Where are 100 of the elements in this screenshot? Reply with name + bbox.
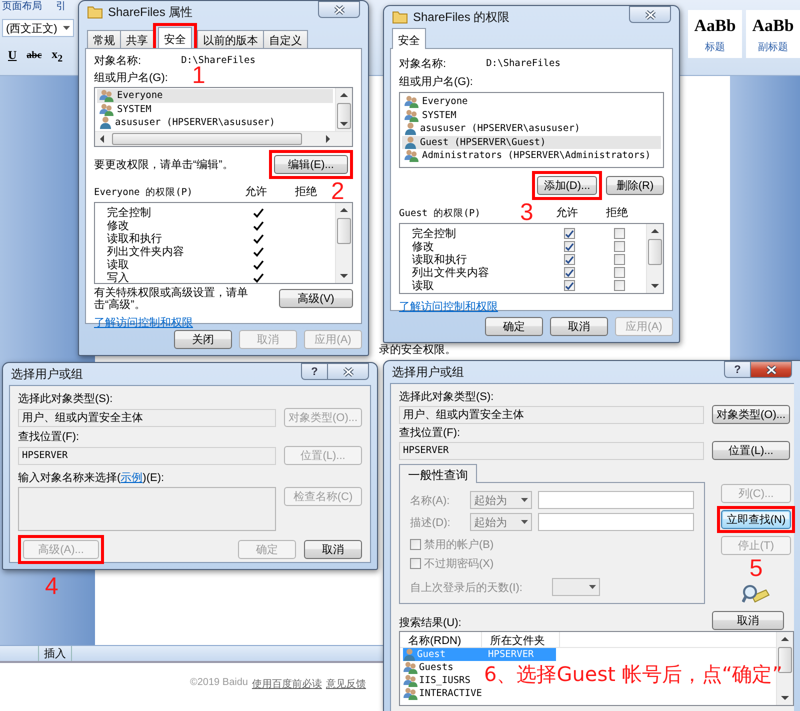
- checkbox[interactable]: [410, 539, 421, 550]
- footer-link[interactable]: 意见反馈: [326, 677, 366, 711]
- result-row[interactable]: Guests: [403, 661, 454, 674]
- format-button[interactable]: x$_{2}$: [52, 47, 63, 64]
- example-link[interactable]: 示例: [120, 472, 143, 484]
- checkbox[interactable]: [564, 241, 574, 252]
- style-name: 副标题: [758, 40, 788, 54]
- permission-name: 读取和执行: [412, 253, 468, 266]
- close-icon: [334, 4, 344, 14]
- user-list-item[interactable]: SYSTEM: [97, 102, 333, 116]
- field-label: 查找位置(F):: [18, 430, 80, 444]
- checkbox[interactable]: [564, 254, 574, 265]
- group-icon: [403, 661, 418, 674]
- cancel-button[interactable]: 取消: [712, 611, 784, 630]
- column-label: 拒绝: [294, 185, 318, 199]
- checkbox[interactable]: [564, 267, 574, 278]
- edit-button[interactable]: 编辑(E)...: [274, 155, 348, 174]
- user-list-item[interactable]: asususer (HPSERVER\asususer): [402, 122, 661, 136]
- caret-icon: [63, 26, 70, 30]
- user-list-item[interactable]: Everyone: [97, 89, 333, 102]
- style-tile[interactable]: AaBb 标题: [688, 10, 742, 58]
- tab[interactable]: 一般性查询: [399, 464, 477, 483]
- format-button[interactable]: U: [8, 48, 17, 64]
- field-label: 查找位置(F):: [399, 426, 462, 440]
- group-icon: [404, 95, 419, 108]
- field-label: 组或用户名(G):: [94, 70, 168, 85]
- column-header[interactable]: 名称(RDN): [400, 632, 482, 647]
- user-list-item[interactable]: Administrators (HPSERVER\Administrators): [402, 149, 661, 162]
- add-button[interactable]: 添加(D)...: [537, 176, 597, 195]
- tab[interactable]: 自定义: [263, 30, 308, 48]
- checkbox[interactable]: [410, 558, 421, 569]
- close-button[interactable]: [318, 1, 360, 18]
- input-field[interactable]: [538, 491, 694, 509]
- scrollbar[interactable]: [646, 224, 663, 293]
- checkbox[interactable]: [564, 280, 574, 291]
- checkbox[interactable]: [614, 241, 624, 252]
- checkbox[interactable]: [614, 254, 624, 265]
- object-type-button[interactable]: 对象类型(O)...: [712, 405, 790, 424]
- ribbon-tab[interactable]: 页面布局: [2, 0, 42, 13]
- style-tile[interactable]: AaBb 副标题: [746, 10, 800, 58]
- help-link[interactable]: 了解访问控制和权限: [399, 299, 498, 314]
- remove-button[interactable]: 删除(R): [606, 176, 664, 195]
- permissions-label: Everyone 的权限(P): [94, 186, 194, 199]
- help-link[interactable]: 了解访问控制和权限: [94, 315, 193, 330]
- permission-name: 完全控制: [412, 226, 457, 241]
- dialog-button[interactable]: 取消: [304, 540, 362, 559]
- tab[interactable]: 安全: [392, 28, 426, 49]
- close-button[interactable]: [750, 361, 792, 378]
- permission-name: 修改: [412, 240, 435, 254]
- ribbon-tab[interactable]: 引: [56, 0, 66, 13]
- window-title: ShareFiles 属性: [108, 4, 194, 20]
- dialog-button[interactable]: 确定: [485, 317, 543, 336]
- tab[interactable]: 以前的版本: [197, 30, 264, 48]
- result-row[interactable]: INTERACTIVE: [403, 687, 482, 700]
- dialog-button[interactable]: 取消: [550, 317, 608, 336]
- group-icon: [403, 687, 418, 700]
- window-title: 选择用户或组: [392, 364, 465, 380]
- tab[interactable]: 常规: [87, 30, 121, 48]
- dialog-button[interactable]: 关闭: [174, 330, 232, 349]
- input-field[interactable]: 用户、组或内置安全主体: [18, 408, 276, 426]
- footer-link[interactable]: 使用百度前必读: [252, 677, 322, 711]
- tab[interactable]: 安全: [158, 27, 192, 48]
- table-cell-text: Guest: [417, 649, 447, 660]
- result-row[interactable]: IIS_IUSRS: [403, 674, 470, 687]
- group-icon: [99, 102, 114, 116]
- help-button[interactable]: ?: [301, 363, 327, 380]
- close-button[interactable]: [629, 6, 671, 23]
- checkbox[interactable]: [614, 228, 624, 239]
- user-list-item[interactable]: Everyone: [402, 95, 661, 108]
- help-button[interactable]: ?: [724, 361, 750, 378]
- field-label: 名称(A):: [410, 494, 451, 508]
- location-button[interactable]: 位置(L)...: [712, 441, 790, 460]
- scrollbar[interactable]: [335, 88, 352, 131]
- column-header[interactable]: 所在文件夹: [482, 632, 560, 647]
- field-label: 选择此对象类型(S):: [399, 390, 495, 404]
- input-field[interactable]: [18, 487, 276, 531]
- input-field[interactable]: HPSERVER: [18, 446, 276, 464]
- user-list-item[interactable]: asususer (HPSERVER\asususer): [97, 116, 333, 130]
- checkbox[interactable]: [614, 280, 624, 291]
- close-button[interactable]: [327, 363, 369, 380]
- scrollbar[interactable]: [95, 131, 352, 146]
- column-label: 允许: [244, 185, 268, 199]
- dropdown[interactable]: 起始为: [470, 491, 532, 509]
- advanced-button[interactable]: 高级(V): [279, 289, 353, 308]
- field-label: 对象名称:: [94, 54, 142, 68]
- user-list-item[interactable]: SYSTEM: [402, 108, 661, 122]
- format-button[interactable]: abc: [26, 50, 42, 62]
- input-field[interactable]: [538, 513, 694, 531]
- user-list-item[interactable]: Guest (HPSERVER\Guest): [402, 136, 661, 149]
- status-tab[interactable]: 插入: [38, 646, 72, 661]
- tab[interactable]: 共享: [120, 30, 154, 48]
- scrollbar[interactable]: [776, 632, 793, 705]
- checkbox[interactable]: [564, 228, 574, 239]
- input-field[interactable]: 用户、组或内置安全主体: [399, 406, 704, 424]
- dropdown[interactable]: 起始为: [470, 513, 532, 531]
- font-field[interactable]: (西文正文): [2, 19, 74, 37]
- checkbox[interactable]: [614, 267, 624, 278]
- input-field[interactable]: HPSERVER: [399, 442, 704, 460]
- scrollbar[interactable]: [335, 203, 352, 283]
- side-button[interactable]: 立即查找(N): [721, 510, 791, 529]
